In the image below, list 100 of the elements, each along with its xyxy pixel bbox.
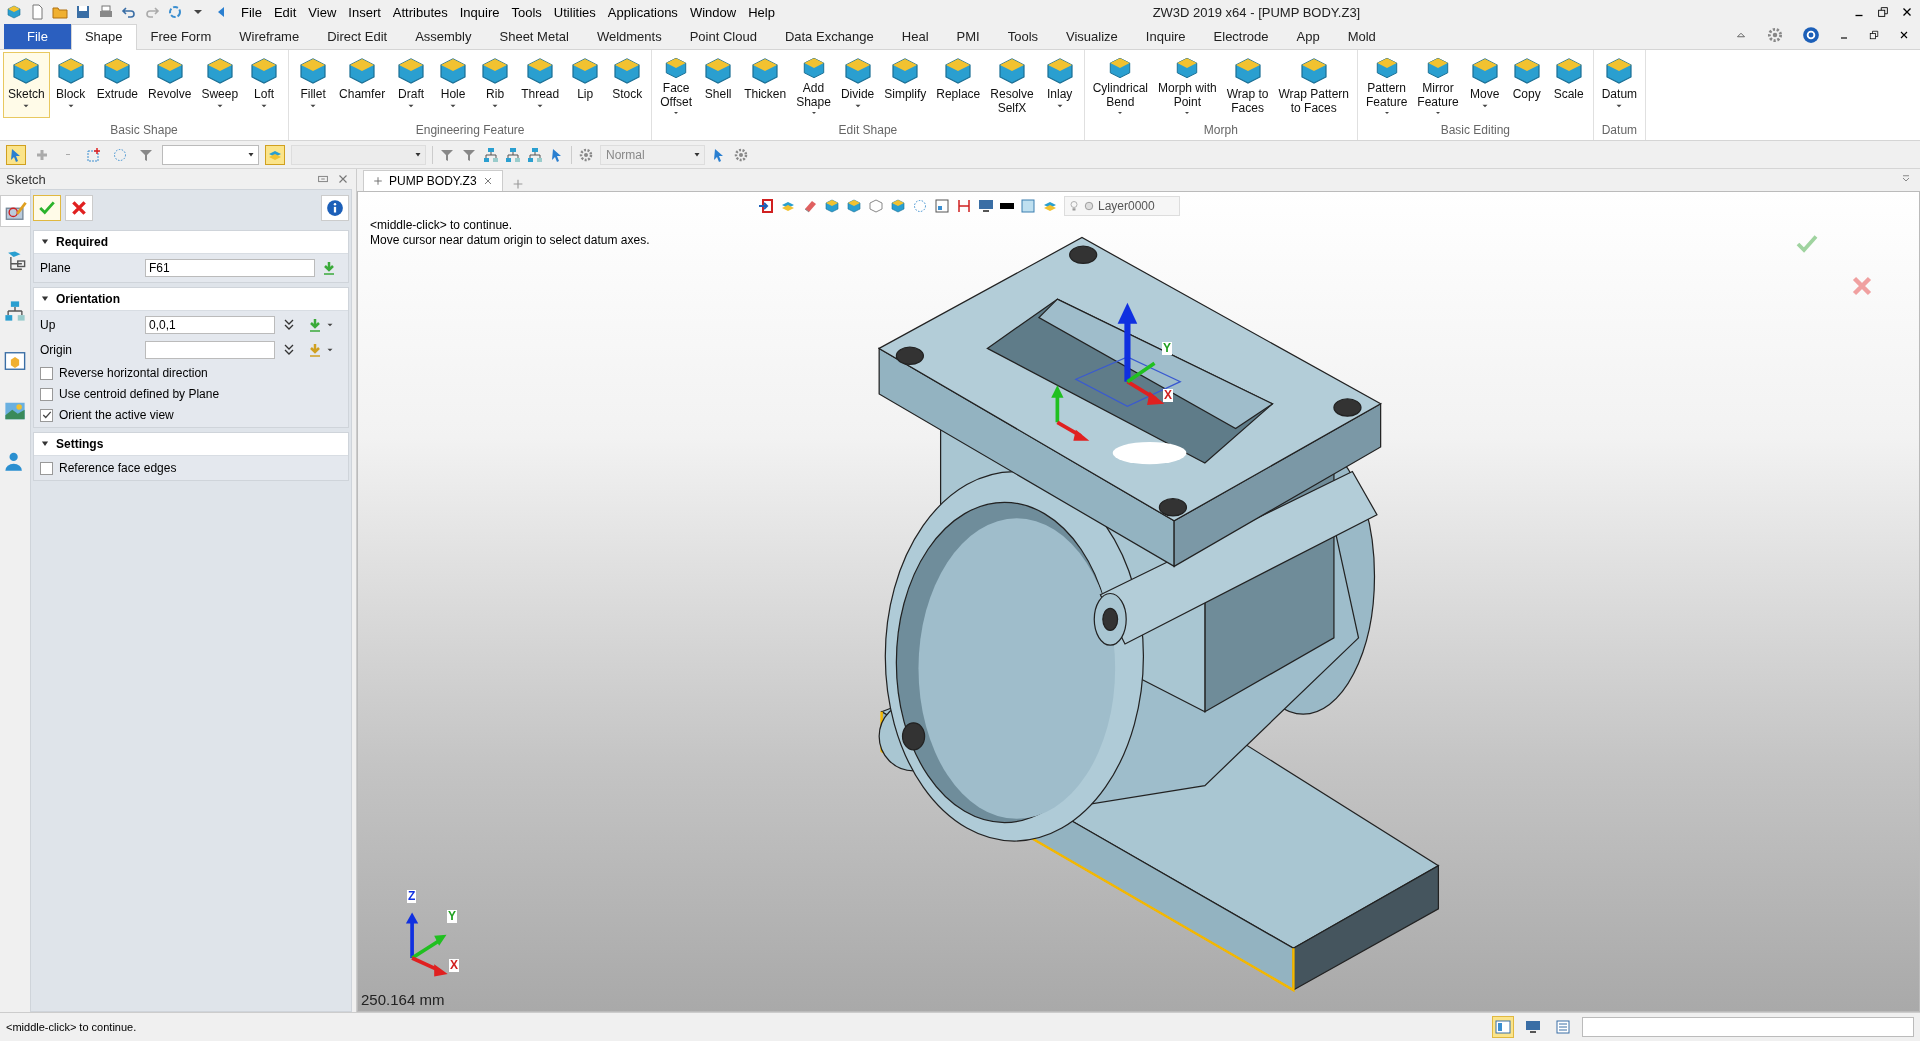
settings-icon[interactable] (578, 146, 594, 163)
cancel-button[interactable] (65, 195, 93, 221)
open-folder-icon[interactable] (52, 4, 68, 20)
layers-icon[interactable] (265, 144, 285, 165)
ribbon-button[interactable]: Resolve SelfX (985, 52, 1039, 118)
ribbon-tab[interactable]: Weldments (582, 24, 676, 49)
ribbon-button[interactable]: Fillet (292, 52, 335, 118)
file-menu-button[interactable]: File (4, 24, 71, 49)
save-icon[interactable] (75, 4, 91, 20)
ribbon-tab[interactable]: PMI (942, 24, 994, 49)
dropdown-field[interactable] (162, 144, 259, 165)
menu-item[interactable]: Inquire (453, 2, 506, 22)
cube-icon[interactable] (890, 198, 906, 214)
download-arrow-icon[interactable] (321, 260, 337, 276)
ribbon-button[interactable]: Hole (432, 52, 475, 118)
settings-icon[interactable] (733, 146, 749, 163)
document-tab[interactable]: PUMP BODY.Z3 (363, 170, 503, 191)
ribbon-tab[interactable]: Electrode (1199, 24, 1283, 49)
ribbon-tab[interactable]: Assembly (401, 24, 486, 49)
datum-axes-drawing[interactable] (1051, 302, 1182, 441)
menu-item[interactable]: View (302, 2, 343, 22)
checkbox[interactable] (40, 461, 53, 475)
ribbon-tab[interactable]: Point Cloud (675, 24, 771, 49)
ribbon-button[interactable]: Add Shape (791, 52, 836, 118)
ribbon-button[interactable]: Thread (516, 52, 565, 118)
fill-color-icon[interactable] (1000, 203, 1014, 209)
print-icon[interactable] (98, 4, 114, 20)
square-icon[interactable] (1020, 198, 1036, 214)
help-icon[interactable] (1802, 26, 1820, 44)
ribbon-button[interactable]: Copy (1505, 52, 1548, 118)
cube-icon[interactable] (846, 198, 862, 214)
side-tab[interactable] (0, 195, 31, 227)
cube-icon[interactable] (824, 198, 840, 214)
ribbon-button[interactable]: Block (49, 52, 92, 118)
checkbox[interactable] (40, 366, 53, 380)
tree-icon[interactable] (527, 146, 543, 163)
section-icon[interactable] (956, 198, 972, 214)
download-arrow-icon[interactable] (307, 317, 323, 333)
eraser-icon[interactable] (802, 198, 818, 214)
ribbon-button[interactable]: Wrap Pattern to Faces (1273, 52, 1354, 118)
section-title[interactable]: Orientation (56, 292, 120, 306)
ribbon-button[interactable]: Loft (243, 52, 286, 118)
input-field[interactable]: F61 (145, 259, 315, 277)
ribbon-button[interactable]: Revolve (143, 52, 197, 118)
checkbox[interactable] (40, 387, 53, 401)
ribbon-tab[interactable]: Free Form (136, 24, 226, 49)
ok-button[interactable] (33, 195, 61, 221)
dashed-circle-icon[interactable] (912, 198, 928, 214)
toolbar-button[interactable] (1492, 1016, 1514, 1038)
download-arrow-icon[interactable] (307, 342, 323, 358)
monitor-icon[interactable] (978, 198, 994, 214)
ribbon-button[interactable]: Draft (390, 52, 433, 118)
menu-item[interactable]: Applications (601, 2, 684, 22)
ribbon-tab[interactable]: Heal (887, 24, 943, 49)
input-field[interactable]: 0,0,1 (145, 316, 275, 334)
section-title[interactable]: Settings (56, 437, 104, 451)
wireframe-cube-icon[interactable] (868, 198, 884, 214)
ribbon-button[interactable]: Divide (835, 52, 880, 118)
checkbox[interactable] (40, 408, 53, 422)
ribbon-button[interactable]: Sketch (3, 52, 50, 118)
ribbon-button[interactable]: Scale (1547, 52, 1590, 118)
settings-icon[interactable] (1766, 26, 1784, 44)
menu-item[interactable]: Window (683, 2, 743, 22)
close-icon[interactable] (1898, 29, 1910, 41)
redo-icon[interactable] (144, 4, 160, 20)
new-file-icon[interactable] (29, 4, 45, 20)
ribbon-button[interactable]: Datum (1596, 52, 1643, 118)
menu-item[interactable]: Insert (342, 2, 387, 22)
menu-icon[interactable] (1900, 172, 1912, 184)
ribbon-button[interactable]: Shell (697, 52, 740, 118)
ribbon-tab[interactable]: App (1282, 24, 1334, 49)
ribbon-button[interactable]: Morph with Point (1153, 52, 1222, 118)
ribbon-tab[interactable]: Inquire (1131, 24, 1200, 49)
ribbon-button[interactable]: Pattern Feature (1361, 52, 1413, 118)
caret-icon[interactable] (247, 150, 255, 159)
ribbon-button[interactable]: Replace (931, 52, 986, 118)
ribbon-tab[interactable]: Sheet Metal (485, 24, 583, 49)
ribbon-button[interactable]: Lip (564, 52, 607, 118)
exit-icon[interactable] (758, 198, 774, 214)
undo-icon[interactable] (121, 4, 137, 20)
ribbon-tab[interactable]: Wireframe (225, 24, 314, 49)
ribbon-tab[interactable]: Direct Edit (313, 24, 402, 49)
menu-item[interactable]: File (235, 2, 268, 22)
ribbon-tab[interactable]: Tools (993, 24, 1053, 49)
caret-icon[interactable] (693, 150, 701, 159)
ribbon-button[interactable]: Extrude (91, 52, 144, 118)
ribbon-button[interactable]: Move (1463, 52, 1506, 118)
ribbon-button[interactable]: Chamfer (334, 52, 391, 118)
ribbon-tab[interactable]: Data Exchange (770, 24, 888, 49)
layer-dropdown[interactable]: Layer0000 (1064, 196, 1180, 216)
ribbon-button[interactable]: Cylindrical Bend (1087, 52, 1153, 118)
section-title[interactable]: Required (56, 235, 108, 249)
ribbon-button[interactable]: Inlay (1038, 52, 1081, 118)
caret-icon[interactable] (414, 150, 422, 159)
ribbon-button[interactable]: Stock (606, 52, 649, 118)
menu-item[interactable]: Attributes (386, 2, 454, 22)
ribbon-button[interactable]: Simplify (879, 52, 932, 118)
ribbon-button[interactable]: Thicken (739, 52, 792, 118)
input-field[interactable] (145, 341, 275, 359)
ribbon-button[interactable]: Mirror Feature (1412, 52, 1464, 118)
